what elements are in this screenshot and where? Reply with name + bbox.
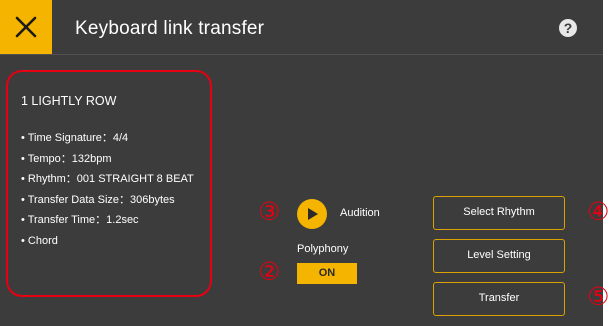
song-title: 1 LIGHTLY ROW — [21, 94, 117, 108]
detail-tempo: • Tempo：132bpm — [21, 152, 112, 165]
help-icon[interactable]: ? — [559, 19, 577, 37]
close-icon — [15, 16, 37, 38]
detail-chord: • Chord — [21, 234, 58, 247]
annotation-marker-5: ⑤ — [587, 283, 610, 311]
close-button[interactable] — [0, 0, 52, 54]
annotation-marker-3: ③ — [258, 198, 281, 226]
keyboard-link-transfer-screen: Keyboard link transfer ? 1 LIGHTLY ROW •… — [0, 0, 603, 326]
play-icon — [308, 208, 318, 220]
polyphony-toggle[interactable]: ON — [297, 263, 357, 284]
detail-transfer-time: • Transfer Time：1.2sec — [21, 214, 139, 227]
select-rhythm-button[interactable]: Select Rhythm — [433, 196, 565, 230]
polyphony-label: Polyphony — [297, 243, 349, 255]
page-title: Keyboard link transfer — [75, 18, 265, 39]
song-details-list: • Time Signature：4/4 • Tempo：132bpm • Rh… — [21, 128, 194, 252]
level-setting-button[interactable]: Level Setting — [433, 239, 565, 273]
annotation-marker-2: ② — [258, 258, 281, 286]
annotation-marker-4: ④ — [587, 198, 610, 226]
detail-transfer-size: • Transfer Data Size：306bytes — [21, 193, 175, 206]
detail-time-signature: • Time Signature：4/4 — [21, 132, 129, 144]
transfer-button[interactable]: Transfer — [433, 282, 565, 316]
audition-button[interactable] — [297, 199, 327, 229]
song-info-panel: 1 LIGHTLY ROW • Time Signature：4/4 • Tem… — [6, 70, 212, 297]
title-bar: Keyboard link transfer ? — [0, 0, 603, 55]
audition-label: Audition — [340, 207, 380, 219]
detail-rhythm: • Rhythm：001 STRAIGHT 8 BEAT — [21, 173, 194, 186]
